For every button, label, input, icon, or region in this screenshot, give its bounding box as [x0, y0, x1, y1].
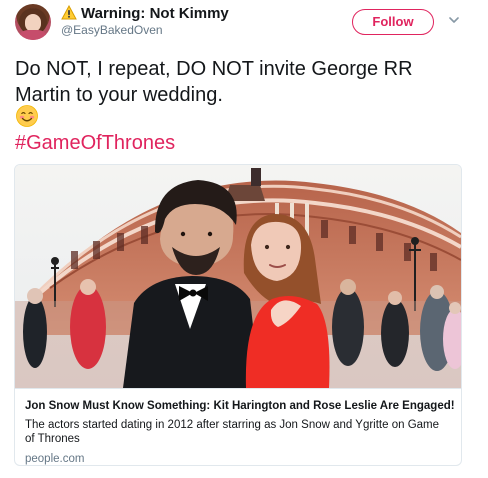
smiling-face-emoji-icon	[16, 105, 38, 127]
hashtag-link[interactable]: #GameOfThrones	[15, 131, 175, 155]
card-image[interactable]	[15, 165, 461, 388]
chevron-down-icon[interactable]	[449, 15, 459, 25]
warning-icon	[61, 5, 77, 20]
follow-button[interactable]: Follow	[352, 9, 434, 35]
link-card[interactable]: Jon Snow Must Know Something: Kit Haring…	[14, 164, 462, 466]
author-name-row[interactable]: Warning: Not Kimmy	[61, 4, 229, 24]
author-handle[interactable]: @EasyBakedOven	[61, 23, 163, 37]
card-body[interactable]: Jon Snow Must Know Something: Kit Haring…	[15, 388, 461, 465]
card-domain[interactable]: people.com	[25, 452, 451, 465]
tweet-text: Do NOT, I repeat, DO NOT invite George R…	[15, 56, 470, 108]
card-title[interactable]: Jon Snow Must Know Something: Kit Haring…	[25, 399, 455, 413]
tweet-text-line-2: Martin to your wedding.	[15, 84, 223, 106]
avatar-shirt	[18, 30, 48, 40]
tweet-text-line-1: Do NOT, I repeat, DO NOT invite George R…	[15, 58, 413, 80]
avatar[interactable]	[15, 4, 51, 40]
author-display-name[interactable]: Warning: Not Kimmy	[81, 5, 229, 23]
card-description: The actors started dating in 2012 after …	[25, 419, 440, 445]
tweet: Warning: Not Kimmy @EasyBakedOven Follow…	[0, 0, 488, 478]
